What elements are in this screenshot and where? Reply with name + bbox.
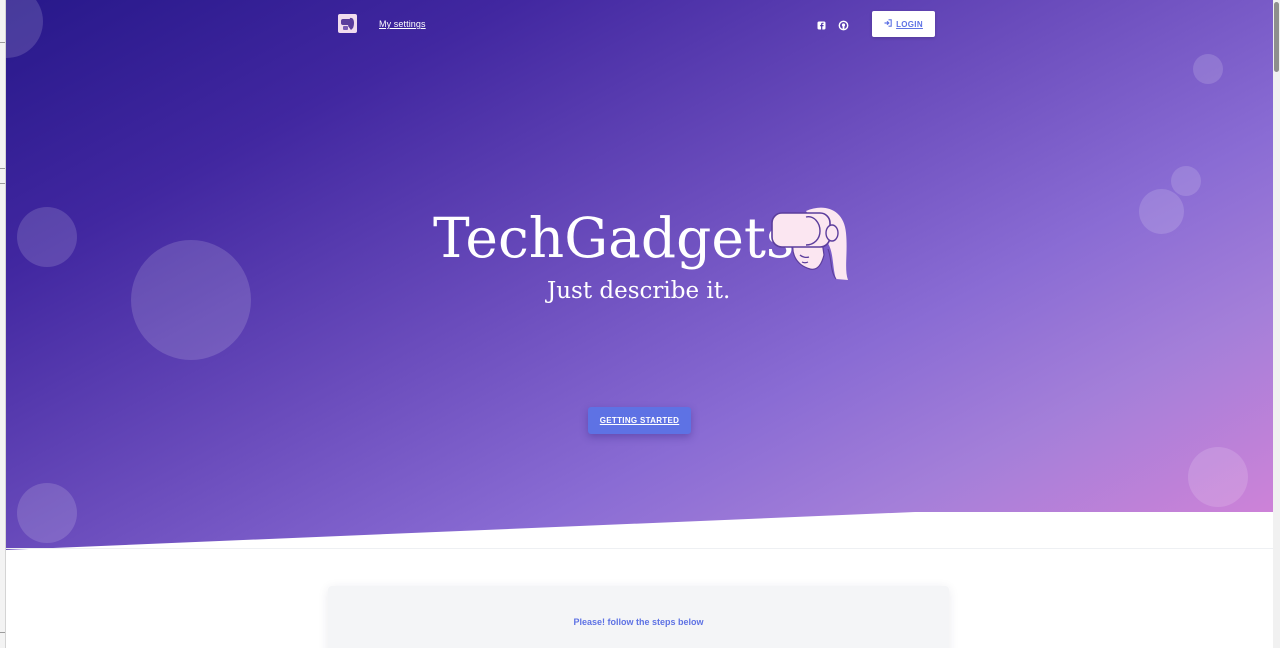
hero-subtitle: Just describe it. [547, 278, 731, 304]
window-left-edge [0, 0, 6, 648]
section-divider [5, 548, 1273, 549]
edge-tick [0, 183, 5, 184]
vr-headset-girl-icon [766, 203, 850, 283]
hero-title: TechGadgets [433, 206, 795, 270]
edge-tick [0, 632, 5, 633]
top-navbar: My settings LOGIN [5, 0, 1273, 50]
steps-card: Please! follow the steps below [328, 586, 949, 648]
getting-started-button[interactable]: GETTING STARTED [588, 407, 691, 434]
decorative-bubble [1139, 189, 1184, 234]
brand-logo-icon[interactable] [338, 14, 357, 33]
edge-tick [0, 168, 5, 169]
edge-tick [0, 42, 5, 43]
nav-link-my-settings[interactable]: My settings [379, 19, 426, 29]
sign-in-icon [884, 19, 892, 29]
login-label: LOGIN [896, 19, 923, 29]
decorative-bubble [131, 240, 251, 360]
hero-section: My settings LOGIN TechGadgets Just descr… [5, 0, 1273, 550]
login-button[interactable]: LOGIN [872, 11, 935, 37]
decorative-bubble [17, 207, 77, 267]
vertical-scrollbar[interactable] [1273, 0, 1280, 648]
decorative-bubble [1188, 447, 1248, 507]
decorative-bubble [1171, 166, 1201, 196]
facebook-icon[interactable] [816, 18, 827, 30]
hero-wave-separator [5, 512, 1273, 550]
scrollbar-thumb[interactable] [1274, 2, 1279, 72]
steps-heading: Please! follow the steps below [573, 617, 704, 627]
github-icon[interactable] [838, 18, 849, 31]
decorative-bubble [1193, 54, 1223, 84]
browser-viewport: My settings LOGIN TechGadgets Just descr… [0, 0, 1280, 648]
